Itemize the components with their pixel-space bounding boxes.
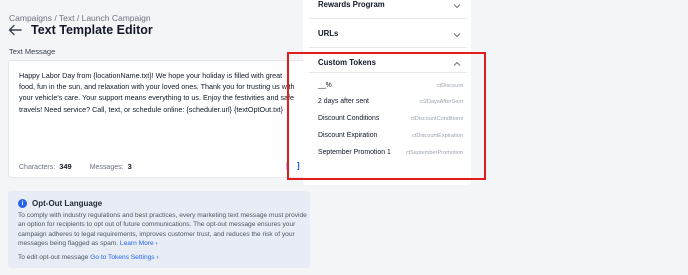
accordion-rewards-label: Rewards Program (318, 0, 385, 9)
optout-footer: To edit opt-out message Go to Tokens Set… (18, 254, 159, 261)
chevron-down-icon (453, 31, 461, 37)
divider (309, 47, 467, 48)
characters-count: Characters: 349 (19, 162, 72, 171)
message-editor[interactable]: Happy Labor Day from {locationName.txt}!… (8, 60, 308, 178)
message-text[interactable]: Happy Labor Day from {locationName.txt}!… (19, 70, 299, 115)
back-arrow-icon[interactable] (8, 24, 22, 36)
optout-footer-text: To edit opt-out message (18, 254, 89, 261)
accordion-rewards-program[interactable]: Rewards Program (318, 0, 461, 9)
message-counts: Characters: 349 Messages: 3 (19, 162, 132, 171)
page-title: Text Template Editor (31, 23, 153, 37)
accordion-urls[interactable]: URLs (318, 29, 461, 38)
tokens-settings-link[interactable]: Go to Tokens Settings › (90, 254, 158, 261)
breadcrumb[interactable]: Campaigns / Text / Launch Campaign (9, 13, 151, 23)
info-icon: i (18, 199, 27, 208)
optout-title: Opt-Out Language (32, 199, 103, 208)
learn-more-link[interactable]: Learn More › (120, 240, 158, 247)
characters-label: Characters: (19, 164, 56, 171)
messages-count: Messages: 3 (90, 162, 132, 171)
divider (309, 18, 467, 19)
optout-notice: i Opt-Out Language To comply with indust… (8, 191, 310, 268)
chevron-down-icon (453, 2, 461, 8)
message-section-label: Text Message (9, 47, 56, 56)
messages-value: 3 (127, 162, 132, 171)
accordion-urls-label: URLs (318, 29, 339, 38)
optout-body-text: To comply with industry regulations and … (18, 212, 307, 247)
optout-body: To comply with industry regulations and … (18, 211, 308, 248)
highlight-annotation-box (287, 52, 486, 180)
editor-column: Campaigns / Text / Launch Campaign Text … (0, 0, 312, 275)
characters-value: 349 (59, 162, 72, 171)
optout-title-row: i Opt-Out Language (18, 199, 102, 208)
messages-label: Messages: (89, 164, 124, 171)
title-row: Text Template Editor (8, 23, 153, 37)
